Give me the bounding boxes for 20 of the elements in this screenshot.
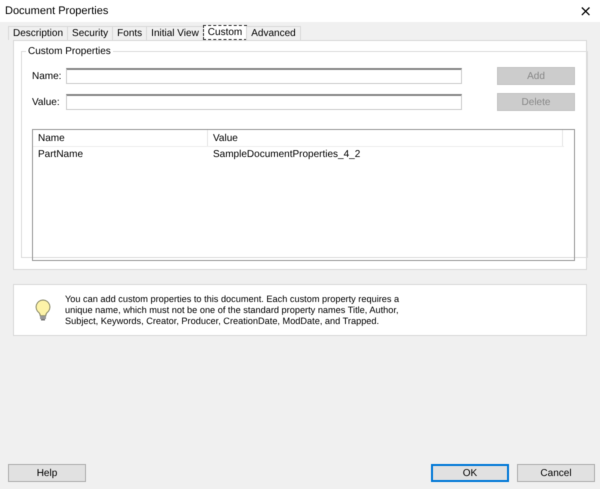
- field-label: Value:: [32, 96, 61, 108]
- field-label: Name:: [32, 70, 62, 82]
- tab[interactable]: Custom: [202, 25, 248, 40]
- tab[interactable]: Advanced: [246, 26, 301, 40]
- group-title: Custom Properties: [27, 46, 112, 57]
- column-header[interactable]: Name: [33, 130, 208, 146]
- cancel-button[interactable]: Cancel: [517, 464, 595, 482]
- tab[interactable]: Description: [8, 26, 68, 40]
- column-header[interactable]: Value: [208, 130, 563, 146]
- ok-button[interactable]: OK: [431, 464, 509, 482]
- help-button[interactable]: Help: [8, 464, 86, 482]
- window-title: Document Properties: [5, 5, 108, 17]
- close-button[interactable]: ×: [579, 2, 592, 20]
- info-text: You can add custom properties to this document. Each custom property requires a unique name, which must not be one of the standard property names Title, Author, Subject, Keywords, Creator, Producer, CreationDate, ModDate, and Trapped.: [65, 294, 400, 326]
- tab[interactable]: Security: [67, 26, 114, 40]
- table-cell-text: SampleDocumentProperties_4_2: [212, 149, 362, 160]
- input-field[interactable]: [66, 94, 462, 110]
- lightbulb-icon: [34, 299, 52, 321]
- table-cell-text: PartName: [37, 149, 84, 160]
- input-field[interactable]: [66, 68, 462, 84]
